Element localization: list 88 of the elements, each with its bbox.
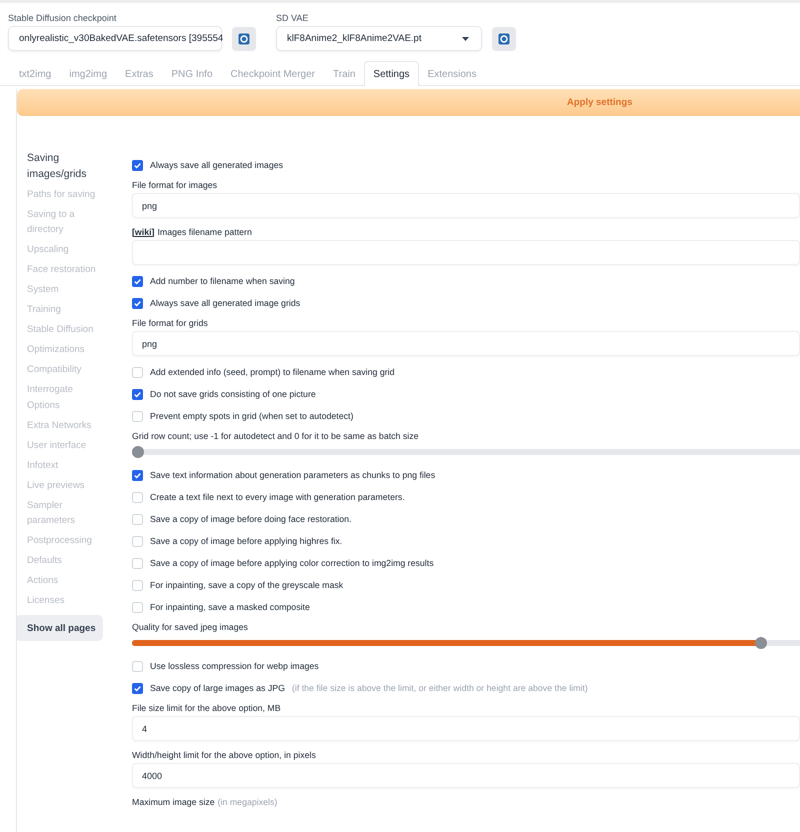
sidebar-item[interactable]: Optimizations (27, 342, 107, 358)
checkbox-label: For inpainting, save a masked composite (150, 602, 310, 612)
checkbox[interactable] (132, 536, 143, 546)
refresh-icon (498, 32, 510, 44)
field-label: File format for grids (132, 318, 208, 328)
checkbox[interactable] (132, 558, 143, 568)
refresh-button[interactable] (232, 26, 256, 50)
checkbox-label: Save a copy of image before doing face restoration. (150, 514, 352, 524)
input-field[interactable]: 4 (132, 716, 800, 741)
sidebar-item[interactable]: Live previews (27, 478, 107, 493)
sidebar-item[interactable]: Defaults (27, 553, 107, 568)
checkbox-label: Save copy of large images as JPG (150, 683, 285, 693)
checkbox[interactable] (132, 602, 143, 612)
sidebar-item[interactable]: Compatibility (27, 362, 107, 378)
dropdown-label: SD VAE (276, 13, 310, 23)
checkbox-label: Create a text file next to every image with generation parameters. (150, 492, 405, 502)
checkbox[interactable] (132, 514, 143, 524)
sidebar-item[interactable]: Stable Diffusion (27, 322, 107, 338)
checkbox-label: Add extended info (seed, prompt) to filename when saving grid (150, 367, 395, 377)
sidebar-item[interactable]: Paths for saving (27, 186, 107, 202)
tab[interactable]: Settings (364, 61, 419, 86)
checkbox-label: Always save all generated image grids (150, 298, 300, 308)
checkbox[interactable] (132, 492, 143, 502)
sidebar-item[interactable]: Licenses (27, 593, 107, 608)
tab[interactable]: txt2img (10, 61, 60, 86)
field-label: Images filename pattern (157, 226, 252, 236)
sidebar-item[interactable]: Face restoration (27, 262, 107, 278)
checkbox[interactable] (132, 388, 143, 400)
sidebar-item[interactable]: Upscaling (27, 242, 107, 258)
sidebar-item[interactable]: Saving to a directory (27, 206, 107, 238)
tab[interactable]: Train (324, 61, 364, 86)
input-field[interactable]: 4000 (132, 763, 800, 788)
checkpoint-dropdown[interactable]: onlyrealistic_v30BakedVAE.safetensors [395554 (8, 26, 222, 51)
refresh-button[interactable] (492, 26, 516, 50)
tab[interactable]: Extras (116, 61, 162, 86)
sidebar-item[interactable]: System (27, 282, 107, 298)
slider-thumb[interactable] (132, 446, 144, 458)
input-field[interactable]: png (132, 331, 800, 356)
input-field[interactable]: png (132, 193, 800, 218)
checkbox[interactable] (132, 660, 143, 672)
checkbox-label: Add number to filename when saving (150, 276, 295, 286)
sidebar-item[interactable]: Saving images/grids (27, 150, 107, 182)
checkbox-label: For inpainting, save a copy of the greyscale mask (150, 580, 344, 590)
apply-settings-button[interactable]: Apply settings (17, 89, 800, 116)
field-label: File format for images (132, 180, 218, 190)
checkbox[interactable] (132, 298, 143, 308)
sidebar-item[interactable]: Extra Networks (27, 418, 107, 433)
sidebar-item[interactable]: Infotext (27, 458, 107, 473)
show-all-pages-button[interactable]: Show all pages (17, 615, 103, 641)
sidebar-item[interactable]: Interrogate Options (27, 382, 107, 413)
checkbox-label: Do not save grids consisting of one picture (150, 389, 316, 399)
dropdown-label: Stable Diffusion checkpoint (8, 13, 118, 23)
tab[interactable]: Extensions (418, 61, 486, 86)
checkbox-label: Prevent empty spots in grid (when set to autodetect) (150, 411, 354, 421)
checkbox[interactable] (132, 160, 143, 170)
vae-dropdown[interactable]: klF8Anime2_klF8Anime2VAE.pt (276, 26, 482, 51)
checkbox[interactable] (132, 580, 143, 590)
checkbox-label: Save text information about generation parameters as chunks to png files (150, 470, 436, 480)
hint-text: (if the file size is above the limit, or either width or height are above the limit) (292, 683, 588, 693)
hint-text: (in megapixels) (218, 796, 278, 806)
slider-label: Quality for saved jpeg images (132, 620, 249, 634)
dropdown-caret-icon (462, 36, 469, 40)
slider-track[interactable] (132, 446, 800, 458)
checkbox[interactable] (132, 276, 143, 286)
slider-track[interactable] (132, 637, 800, 649)
checkbox-label: Use lossless compression for webp images (150, 661, 319, 671)
field-label: Maximum image size (132, 796, 215, 806)
slider-thumb[interactable] (755, 637, 768, 649)
checkbox[interactable] (132, 366, 143, 378)
sidebar-item[interactable]: Postprocessing (27, 533, 107, 548)
tab[interactable]: Checkpoint Merger (222, 61, 324, 86)
sidebar-item[interactable]: User interface (27, 438, 107, 453)
checkbox-label: Save a copy of image before applying color correction to img2img results (150, 558, 434, 568)
sidebar-item[interactable]: Actions (27, 573, 107, 588)
checkbox-label: Save a copy of image before applying highres fix. (150, 536, 342, 546)
checkbox[interactable] (132, 682, 143, 694)
tab[interactable]: PNG Info (162, 61, 222, 86)
refresh-icon (238, 32, 250, 44)
checkbox[interactable] (132, 410, 143, 422)
slider-label: Grid row count; use -1 for autodetect and 0 for it to be same as batch size (132, 430, 420, 442)
field-label: File size limit for the above option, MB (132, 702, 281, 712)
field-label: Width/height limit for the above option, in pixels (132, 750, 316, 760)
tab[interactable]: img2img (60, 61, 116, 86)
sidebar-item[interactable]: Sampler parameters (27, 498, 107, 528)
wiki-link[interactable]: [wiki] (132, 226, 154, 236)
sidebar-item[interactable]: Training (27, 302, 107, 318)
checkbox-label: Always save all generated images (150, 160, 284, 170)
checkbox[interactable] (132, 470, 143, 480)
